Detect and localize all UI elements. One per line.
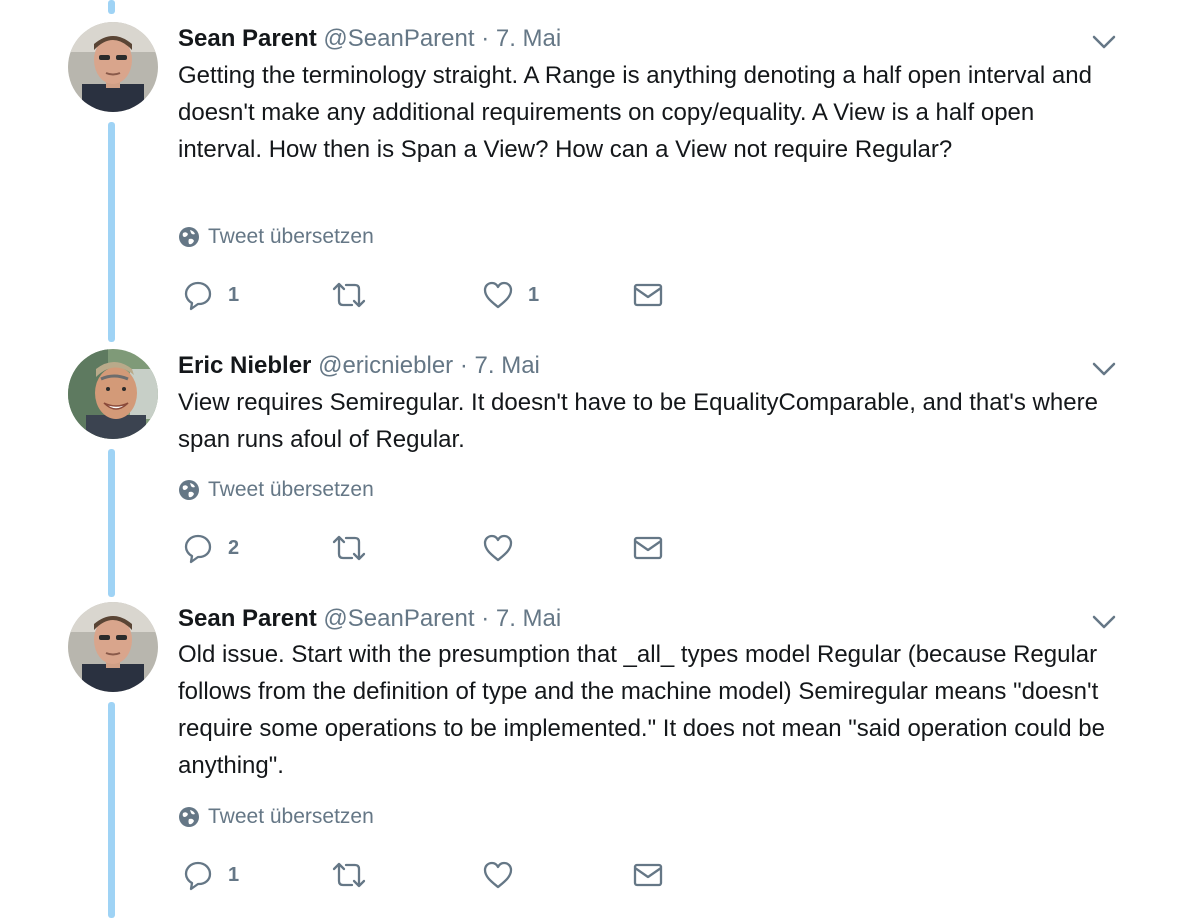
reply-button[interactable]: 2 [182,528,239,568]
translate-label: Tweet übersetzen [208,478,374,501]
reply-icon [184,281,212,311]
tweet-actions: 1 1 [178,275,698,315]
author-name[interactable]: Sean Parent [178,25,317,52]
like-button[interactable]: 1 [482,275,539,315]
tweet-date[interactable]: 7. Mai [496,25,561,52]
author-name[interactable]: Sean Parent [178,605,317,632]
tweet-actions: 1 [178,855,698,895]
reply-button[interactable]: 1 [182,855,239,895]
globe-icon [179,227,199,247]
translate-link[interactable]: Tweet übersetzen [178,223,374,251]
globe-icon [179,807,199,827]
globe-icon [179,480,199,500]
like-button[interactable] [482,855,528,895]
translate-link[interactable]: Tweet übersetzen [178,803,374,831]
thread-line [108,0,115,14]
reply-icon [184,534,212,564]
chevron-down-icon [1092,615,1116,629]
avatar-eric [68,349,158,439]
heart-icon [483,281,513,309]
separator: · [481,25,490,52]
envelope-icon [633,536,663,560]
chevron-down-icon [1092,35,1116,49]
avatar-sean [68,22,158,112]
direct-message-button[interactable] [632,855,664,895]
author-name[interactable]: Eric Niebler [178,352,311,379]
tweet-date[interactable]: 7. Mai [475,352,540,379]
translate-link[interactable]: Tweet übersetzen [178,476,374,504]
tweet-date[interactable]: 7. Mai [496,605,561,632]
tweet-menu-button[interactable] [1090,608,1118,636]
heart-icon [483,861,513,889]
tweet[interactable]: Eric Niebler @ericniebler · 7. Mai View … [0,349,1189,597]
reply-button[interactable]: 1 [182,275,239,315]
direct-message-button[interactable] [632,528,664,568]
thread-line [108,122,115,342]
tweet-menu-button[interactable] [1090,355,1118,383]
tweet-text: View requires Semiregular. It doesn't ha… [178,389,1098,453]
thread-line [108,702,115,918]
envelope-icon [633,283,663,307]
retweet-button[interactable] [330,528,382,568]
tweet-header: Sean Parent @SeanParent · 7. Mai [178,602,561,636]
tweet[interactable]: Sean Parent @SeanParent · 7. Mai Getting… [0,0,1189,342]
tweet-actions: 2 [178,528,698,568]
retweet-icon [332,862,366,888]
reply-count: 1 [228,283,240,306]
translate-label: Tweet übersetzen [208,225,374,248]
retweet-button[interactable] [330,275,382,315]
author-handle[interactable]: @ericniebler [318,352,453,379]
tweet-header: Sean Parent @SeanParent · 7. Mai [178,22,561,56]
retweet-icon [332,535,366,561]
tweet-text: Getting the terminology straight. A Rang… [178,62,1092,163]
author-handle[interactable]: @SeanParent [323,25,474,52]
direct-message-button[interactable] [632,275,664,315]
translate-label: Tweet übersetzen [208,805,374,828]
author-handle[interactable]: @SeanParent [323,605,474,632]
reply-icon [184,861,212,891]
reply-count: 1 [228,863,240,886]
separator: · [481,605,490,632]
tweet-menu-button[interactable] [1090,28,1118,56]
like-button[interactable] [482,528,528,568]
like-count: 1 [528,283,540,306]
chevron-down-icon [1092,362,1116,376]
separator: · [459,352,468,379]
avatar[interactable] [68,22,158,112]
retweet-icon [332,282,366,308]
tweet-text: Old issue. Start with the presumption th… [178,641,1105,779]
reply-count: 2 [228,536,240,559]
avatar[interactable] [68,602,158,692]
heart-icon [483,534,513,562]
thread-line [108,449,115,597]
avatar[interactable] [68,349,158,439]
tweet-header: Eric Niebler @ericniebler · 7. Mai [178,349,540,383]
tweet[interactable]: Sean Parent @SeanParent · 7. Mai Old iss… [0,602,1189,918]
retweet-button[interactable] [330,855,382,895]
envelope-icon [633,863,663,887]
avatar-sean [68,602,158,692]
